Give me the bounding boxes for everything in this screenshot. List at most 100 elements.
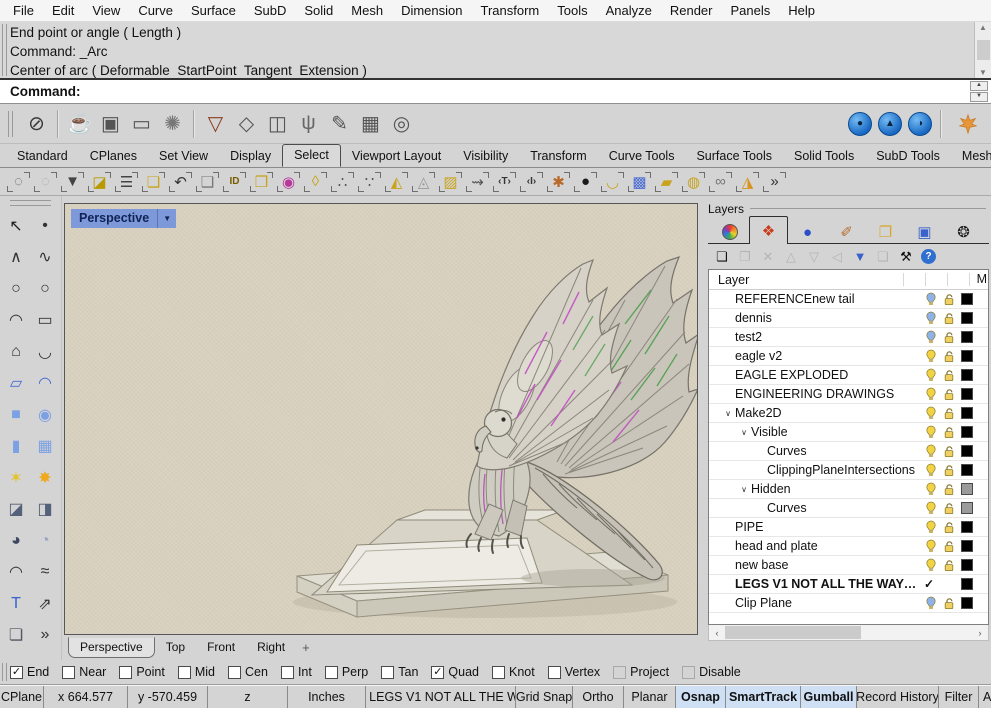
command-history[interactable]: End point or angle ( Length ) Command: _… [0,22,991,80]
expand-chevron-icon[interactable]: ∨ [721,409,735,418]
layer-list-header[interactable]: Layer M [709,270,988,290]
explode-icon[interactable]: ✸ [31,462,60,494]
select-arrow-icon[interactable]: ↖ [2,210,31,242]
select-text-icon[interactable]: ‹T› [491,170,518,194]
spotlight-icon[interactable]: ▽ [200,108,231,139]
layer-row[interactable]: ENGINEERING DRAWINGS [709,385,988,404]
ortho-toggle[interactable]: Ortho [573,686,624,708]
invert-selection-icon[interactable]: ◪ [86,170,113,194]
tab-display[interactable]: Display [219,146,282,167]
scrollbar-thumb[interactable] [977,40,990,60]
layer-name[interactable]: EAGLE EXPLODED [735,368,848,382]
freeform-curve-icon[interactable]: ◡ [31,336,60,368]
match-layer-icon[interactable]: ❏ [875,249,891,265]
layer-row[interactable]: eagle v2 [709,347,988,366]
tab-subd-tools[interactable]: SubD Tools [865,146,951,167]
layer-row[interactable]: ∨Visible [709,423,988,442]
color-swatch[interactable] [961,559,973,571]
layer-name[interactable]: eagle v2 [735,349,782,363]
layer-column-header[interactable]: Layer [718,273,749,287]
select-control-points-icon[interactable]: ✱ [545,170,572,194]
spin-down-icon[interactable]: ▼ [970,92,988,102]
checkbox-icon[interactable] [178,666,191,679]
select-points-icon[interactable]: ◌ [5,170,32,194]
layer-row[interactable]: PIPE [709,518,988,537]
menu-analyze[interactable]: Analyze [597,1,661,20]
checkbox-icon[interactable] [492,666,505,679]
point-icon[interactable]: • [31,210,60,242]
checkbox-icon[interactable] [119,666,132,679]
render-in-window-icon[interactable]: ▣ [95,108,126,139]
checkbox-icon[interactable] [682,666,695,679]
menu-edit[interactable]: Edit [43,1,83,20]
checkbox-icon[interactable] [381,666,394,679]
osnap-int[interactable]: Int [281,665,312,679]
osnap-tan[interactable]: Tan [381,665,418,679]
cylinder-icon[interactable]: ▮ [2,431,31,463]
layer-row[interactable]: ∨Make2D [709,404,988,423]
planar-toggle[interactable]: Planar [624,686,676,708]
panel-grid-icon[interactable]: ▦ [355,108,386,139]
color-swatch[interactable] [961,464,973,476]
select-surfaces-icon[interactable]: ▰ [653,170,680,194]
visibility-bulb-icon[interactable] [925,596,937,610]
color-swatch[interactable] [961,483,973,495]
menu-surface[interactable]: Surface [182,1,245,20]
tab-libraries[interactable]: ❐ [866,220,905,244]
layer-name[interactable]: ClippingPlaneIntersections [767,463,915,477]
visibility-bulb-icon[interactable] [925,292,937,306]
tab-visibility[interactable]: Visibility [452,146,519,167]
checkbox-icon[interactable] [431,666,444,679]
tab-set-view[interactable]: Set View [148,146,219,167]
current-layer[interactable]: LEGS V1 NOT ALL THE WA [366,686,516,708]
tab-mesh-tools[interactable]: Mesh Tools [951,146,991,167]
layer-name[interactable]: head and plate [735,539,818,553]
smarttrack-toggle[interactable]: SmartTrack [726,686,801,708]
control-point-curve-icon[interactable]: ∿ [31,242,60,274]
visibility-bulb-icon[interactable] [925,387,937,401]
select-meshes-icon[interactable]: ● [572,170,599,194]
tab-standard[interactable]: Standard [6,146,79,167]
layer-name[interactable]: PIPE [735,520,764,534]
units[interactable]: Inches [288,686,366,708]
grass-icon[interactable]: ψ [293,108,324,139]
render-icon[interactable]: ☕ [64,108,95,139]
lock-icon[interactable] [943,293,955,306]
visibility-bulb-icon[interactable] [925,311,937,325]
color-swatch[interactable] [961,597,973,609]
tab-materials[interactable]: ✐ [827,220,866,244]
copy-icon[interactable]: ❏ [2,620,31,652]
hscroll-track[interactable] [725,625,972,640]
menu-transform[interactable]: Transform [471,1,548,20]
color-swatch[interactable] [961,426,973,438]
render-box-icon[interactable]: ◇ [231,108,262,139]
lock-icon[interactable] [943,388,955,401]
curved-surface-icon[interactable]: ◠ [31,368,60,400]
new-sublayer-icon[interactable]: ❐ [737,249,753,265]
scroll-right-icon[interactable]: › [972,628,988,638]
move-down-icon[interactable]: ▽ [806,249,822,265]
menu-mesh[interactable]: Mesh [342,1,392,20]
lock-icon[interactable] [943,331,955,344]
layer-name[interactable]: REFERENCEnew tail [735,292,854,306]
hscroll-thumb[interactable] [725,626,861,639]
select-annotations-icon[interactable]: ‹I› [518,170,545,194]
selection-filter-icon[interactable]: ▼ [59,170,86,194]
record-history-toggle[interactable]: Record History [857,686,939,708]
grid-snap-toggle[interactable]: Grid Snap [516,686,573,708]
scroll-left-icon[interactable]: ‹ [709,628,725,638]
layer-row[interactable]: ClippingPlaneIntersections [709,461,988,480]
layer-name[interactable]: Visible [751,425,788,439]
select-short-curves-icon[interactable]: ⇝ [464,170,491,194]
move-icon[interactable]: ⇗ [31,588,60,620]
visibility-bulb-icon[interactable] [925,406,937,420]
layer-name[interactable]: Curves [767,444,807,458]
menu-view[interactable]: View [83,1,129,20]
rectangle-icon[interactable]: ▭ [31,305,60,337]
vray-gpu-render-icon[interactable]: ◑ [908,112,932,136]
select-point-grid-icon[interactable]: ∴ [329,170,356,194]
select-by-color-icon[interactable]: ◉ [275,170,302,194]
y-coordinate[interactable]: y -570.459 [128,686,208,708]
layer-name[interactable]: new base [735,558,789,572]
layer-row[interactable]: head and plate [709,537,988,556]
